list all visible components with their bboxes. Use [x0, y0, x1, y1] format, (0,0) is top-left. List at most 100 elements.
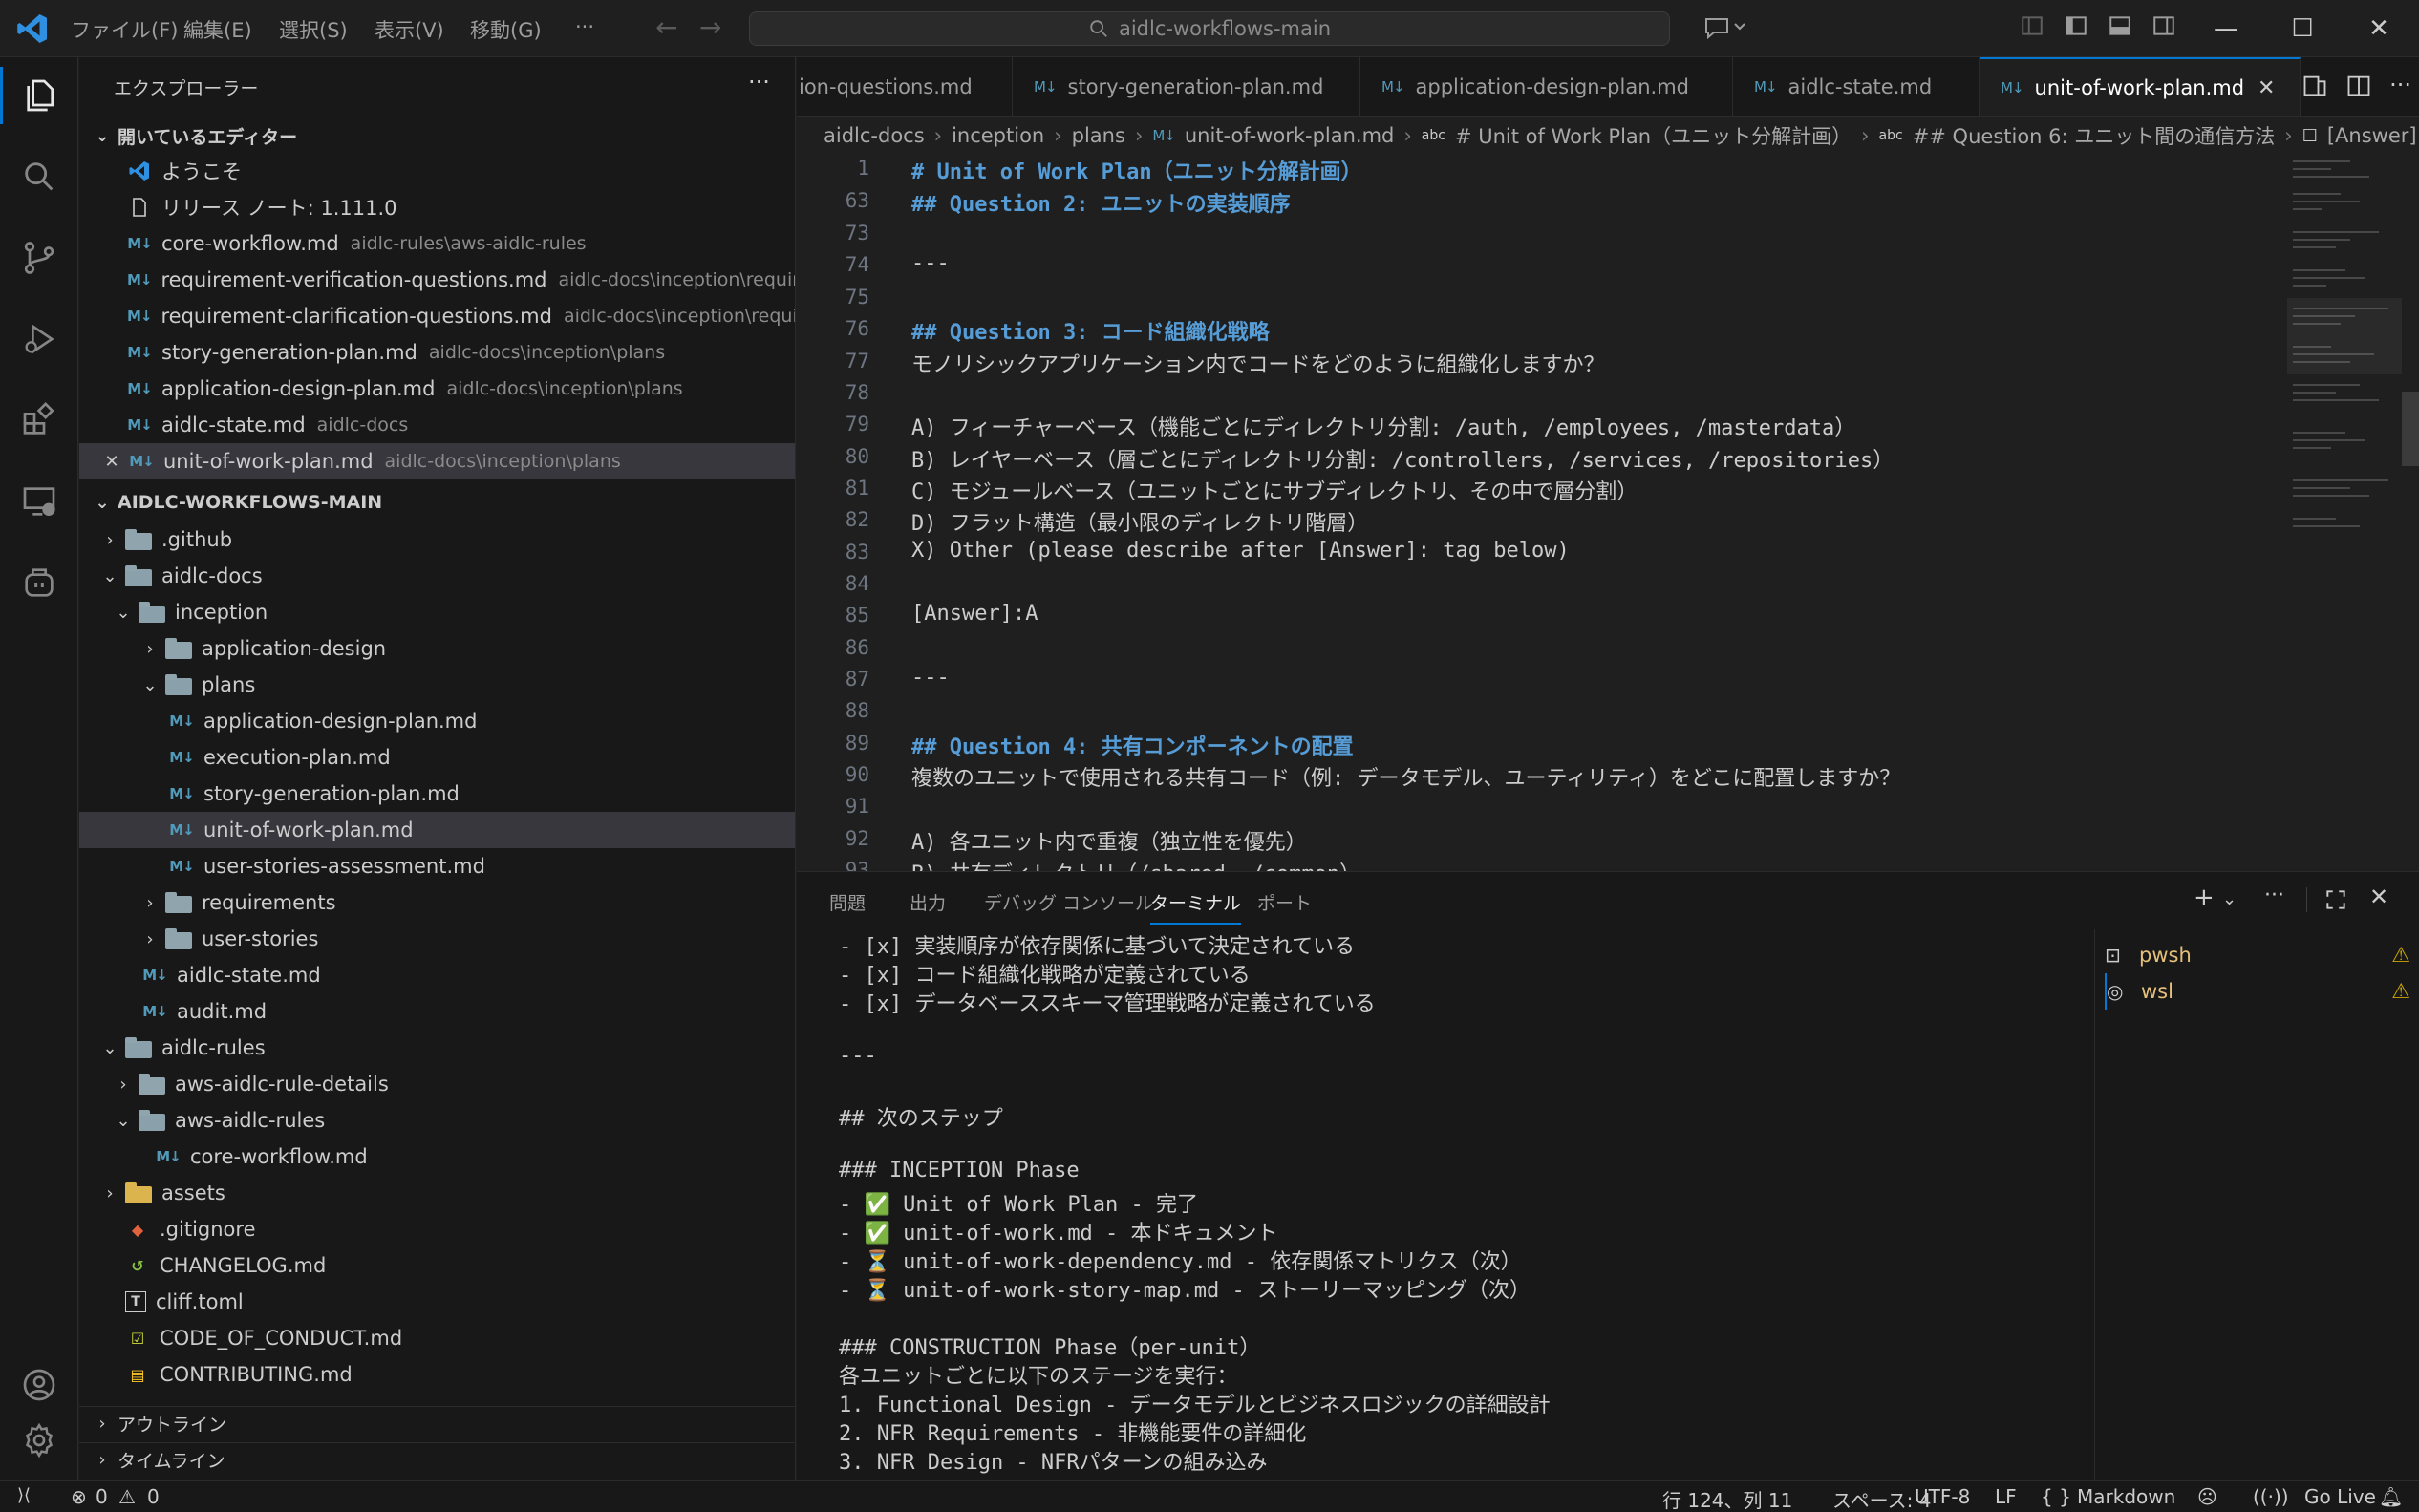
maximize-icon[interactable]: ☐ [2274, 10, 2331, 48]
open-editors-header[interactable]: ⌄ 開いているエディター [79, 118, 795, 153]
tab-aidlc-state[interactable]: M↓ aidlc-state.md [1733, 57, 1980, 116]
tree-file-story-generation-plan[interactable]: M↓ story-generation-plan.md [79, 776, 795, 812]
settings-gear-icon[interactable] [0, 1412, 78, 1469]
breadcrumb-item[interactable]: # Unit of Work Plan（ユニット分解計画） [1455, 121, 1852, 150]
maximize-panel-icon[interactable] [2323, 887, 2348, 912]
customize-layout-icon[interactable] [2018, 13, 2046, 42]
breadcrumb-item[interactable]: [Answer] [2327, 124, 2417, 147]
open-editor-core-workflow[interactable]: M↓ core-workflow.md aidlc-rules\aws-aidl… [79, 225, 795, 262]
toggle-secondary-sidebar-icon[interactable] [2150, 13, 2178, 42]
close-icon[interactable]: ✕ [100, 450, 123, 473]
run-debug-icon[interactable] [0, 310, 78, 368]
search-icon[interactable] [0, 148, 78, 205]
tree-folder-assets[interactable]: › assets [79, 1175, 795, 1211]
remote-indicator-icon[interactable]: ⟩⟨ [17, 1485, 31, 1505]
explorer-icon[interactable] [0, 67, 78, 124]
panel-tab-problems[interactable]: 問題 [829, 889, 866, 915]
editor-scroll-thumb[interactable] [2402, 392, 2419, 466]
menu-selection[interactable]: 選択(S) [279, 15, 348, 44]
tree-file-gitignore[interactable]: ◆ .gitignore [79, 1211, 795, 1247]
more-actions-icon[interactable]: ··· [2264, 884, 2284, 907]
split-editor-icon[interactable] [2345, 73, 2372, 99]
cursor-position[interactable]: 行 124、列 11 [1662, 1485, 1792, 1512]
forward-arrow-icon[interactable]: → [699, 11, 721, 43]
tree-folder-github[interactable]: › .github [79, 522, 795, 558]
terminal-item-wsl[interactable]: ◎ wsl ⚠ [2105, 973, 2410, 1010]
open-editor-welcome[interactable]: ようこそ [79, 153, 795, 189]
open-editor-aidlc-state[interactable]: M↓ aidlc-state.md aidlc-docs [79, 407, 795, 443]
tree-file-contributing[interactable]: ▤ CONTRIBUTING.md [79, 1356, 795, 1393]
tree-folder-application-design[interactable]: › application-design [79, 630, 795, 667]
tab-unit-of-work-plan[interactable]: M↓ unit-of-work-plan.md ✕ [1980, 57, 2301, 116]
open-editor-requirement-clarification[interactable]: M↓ requirement-clarification-questions.m… [79, 298, 795, 334]
open-editor-unit-of-work[interactable]: ✕ M↓ unit-of-work-plan.md aidlc-docs\inc… [79, 443, 795, 479]
tree-folder-plans[interactable]: ⌄ plans [79, 667, 795, 703]
open-editor-application-design[interactable]: M↓ application-design-plan.md aidlc-docs… [79, 371, 795, 407]
workspace-header[interactable]: ⌄ AIDLC-WORKFLOWS-MAIN [79, 485, 795, 520]
error-count[interactable]: 0 [96, 1485, 108, 1508]
open-editor-story-generation[interactable]: M↓ story-generation-plan.md aidlc-docs\i… [79, 334, 795, 371]
tree-folder-inception[interactable]: ⌄ inception [79, 594, 795, 630]
encoding[interactable]: UTF-8 [1915, 1485, 1970, 1508]
tree-folder-user-stories[interactable]: › user-stories [79, 921, 795, 957]
minimize-icon[interactable]: — [2197, 10, 2255, 48]
copilot-status-icon[interactable]: ☹ [2197, 1485, 2217, 1508]
close-icon[interactable]: ✕ [2258, 76, 2275, 100]
breadcrumb-item[interactable]: inception [952, 124, 1044, 147]
open-editor-release-notes[interactable]: リリース ノート: 1.111.0 [79, 189, 795, 225]
open-preview-icon[interactable] [2301, 73, 2328, 99]
tree-file-execution-plan[interactable]: M↓ execution-plan.md [79, 739, 795, 776]
error-icon[interactable]: ⊗ [71, 1485, 87, 1508]
toggle-primary-sidebar-icon[interactable] [2062, 13, 2090, 42]
menu-file[interactable]: ファイル(F) [71, 15, 178, 44]
tree-file-user-stories-assessment[interactable]: M↓ user-stories-assessment.md [79, 848, 795, 884]
copilot-icon[interactable] [0, 554, 78, 611]
notifications-bell-icon[interactable]: 🔔︎ [2379, 1485, 2403, 1508]
warning-icon[interactable]: ⚠ [118, 1485, 136, 1508]
more-actions-icon[interactable]: ··· [748, 69, 770, 96]
go-live-button[interactable]: Go Live [2304, 1485, 2376, 1508]
menu-edit[interactable]: 編集(E) [183, 15, 252, 44]
tree-folder-aidlc-docs[interactable]: ⌄ aidlc-docs [79, 558, 795, 594]
outline-header[interactable]: › アウトライン [79, 1406, 795, 1440]
panel-tab-ports[interactable]: ポート [1257, 889, 1312, 915]
panel-tab-output[interactable]: 出力 [910, 889, 946, 915]
panel-tab-terminal[interactable]: ターミナル [1150, 889, 1242, 925]
tree-file-aidlc-state[interactable]: M↓ aidlc-state.md [79, 957, 795, 993]
menu-more[interactable]: ··· [575, 15, 594, 38]
warning-count[interactable]: 0 [147, 1485, 160, 1508]
account-icon[interactable] [0, 1356, 78, 1414]
tree-file-audit[interactable]: M↓ audit.md [79, 993, 795, 1030]
tree-file-changelog[interactable]: ↺ CHANGELOG.md [79, 1247, 795, 1284]
remote-explorer-icon[interactable] [0, 473, 78, 530]
close-window-icon[interactable]: ✕ [2350, 10, 2408, 48]
back-arrow-icon[interactable]: ← [655, 11, 677, 43]
command-center-search[interactable]: aidlc-workflows-main [749, 11, 1670, 46]
toggle-panel-icon[interactable] [2106, 13, 2134, 42]
tab-story-generation-plan[interactable]: M↓ story-generation-plan.md [1013, 57, 1360, 116]
timeline-header[interactable]: › タイムライン [79, 1442, 795, 1477]
breadcrumb-item[interactable]: plans [1072, 124, 1125, 147]
tree-folder-aidlc-rules[interactable]: ⌄ aidlc-rules [79, 1030, 795, 1066]
breadcrumb-item[interactable]: aidlc-docs [824, 124, 925, 147]
copilot-chat-icon[interactable] [1697, 13, 1754, 42]
tree-folder-requirements[interactable]: › requirements [79, 884, 795, 921]
code-editor[interactable]: 1 # Unit of Work Plan（ユニット分解計画） 63 ## Qu… [797, 155, 2287, 871]
open-editor-requirement-verification[interactable]: M↓ requirement-verification-questions.md… [79, 262, 795, 298]
tab-ion-questions[interactable]: ion-questions.md [797, 57, 1013, 116]
tree-folder-aws-aidlc-rules[interactable]: ⌄ aws-aidlc-rules [79, 1102, 795, 1139]
tree-file-unit-of-work-plan[interactable]: M↓ unit-of-work-plan.md [79, 812, 795, 848]
tree-folder-aws-aidlc-rule-details[interactable]: › aws-aidlc-rule-details [79, 1066, 795, 1102]
tree-file-code-of-conduct[interactable]: ☑ CODE_OF_CONDUCT.md [79, 1320, 795, 1356]
terminal-output[interactable]: - [x] 実装順序が依存関係に基づいて決定されている - [x] コード組織化… [839, 929, 1909, 1481]
tree-file-core-workflow[interactable]: M↓ core-workflow.md [79, 1139, 795, 1175]
more-actions-icon[interactable]: ··· [2389, 73, 2411, 101]
terminal-item-pwsh[interactable]: ⊡ pwsh ⚠ [2105, 937, 2410, 973]
new-terminal-icon[interactable]: + [2194, 884, 2215, 912]
language-mode[interactable]: Markdown [2077, 1485, 2175, 1508]
end-of-line[interactable]: LF [1995, 1485, 2017, 1508]
tree-file-cliff-toml[interactable]: Tcliff.toml [79, 1284, 795, 1320]
tree-file-application-design-plan[interactable]: M↓ application-design-plan.md [79, 703, 795, 739]
breadcrumb-item[interactable]: unit-of-work-plan.md [1185, 124, 1395, 147]
breadcrumb-item[interactable]: ## Question 6: ユニット間の通信方法 [1913, 121, 2276, 150]
